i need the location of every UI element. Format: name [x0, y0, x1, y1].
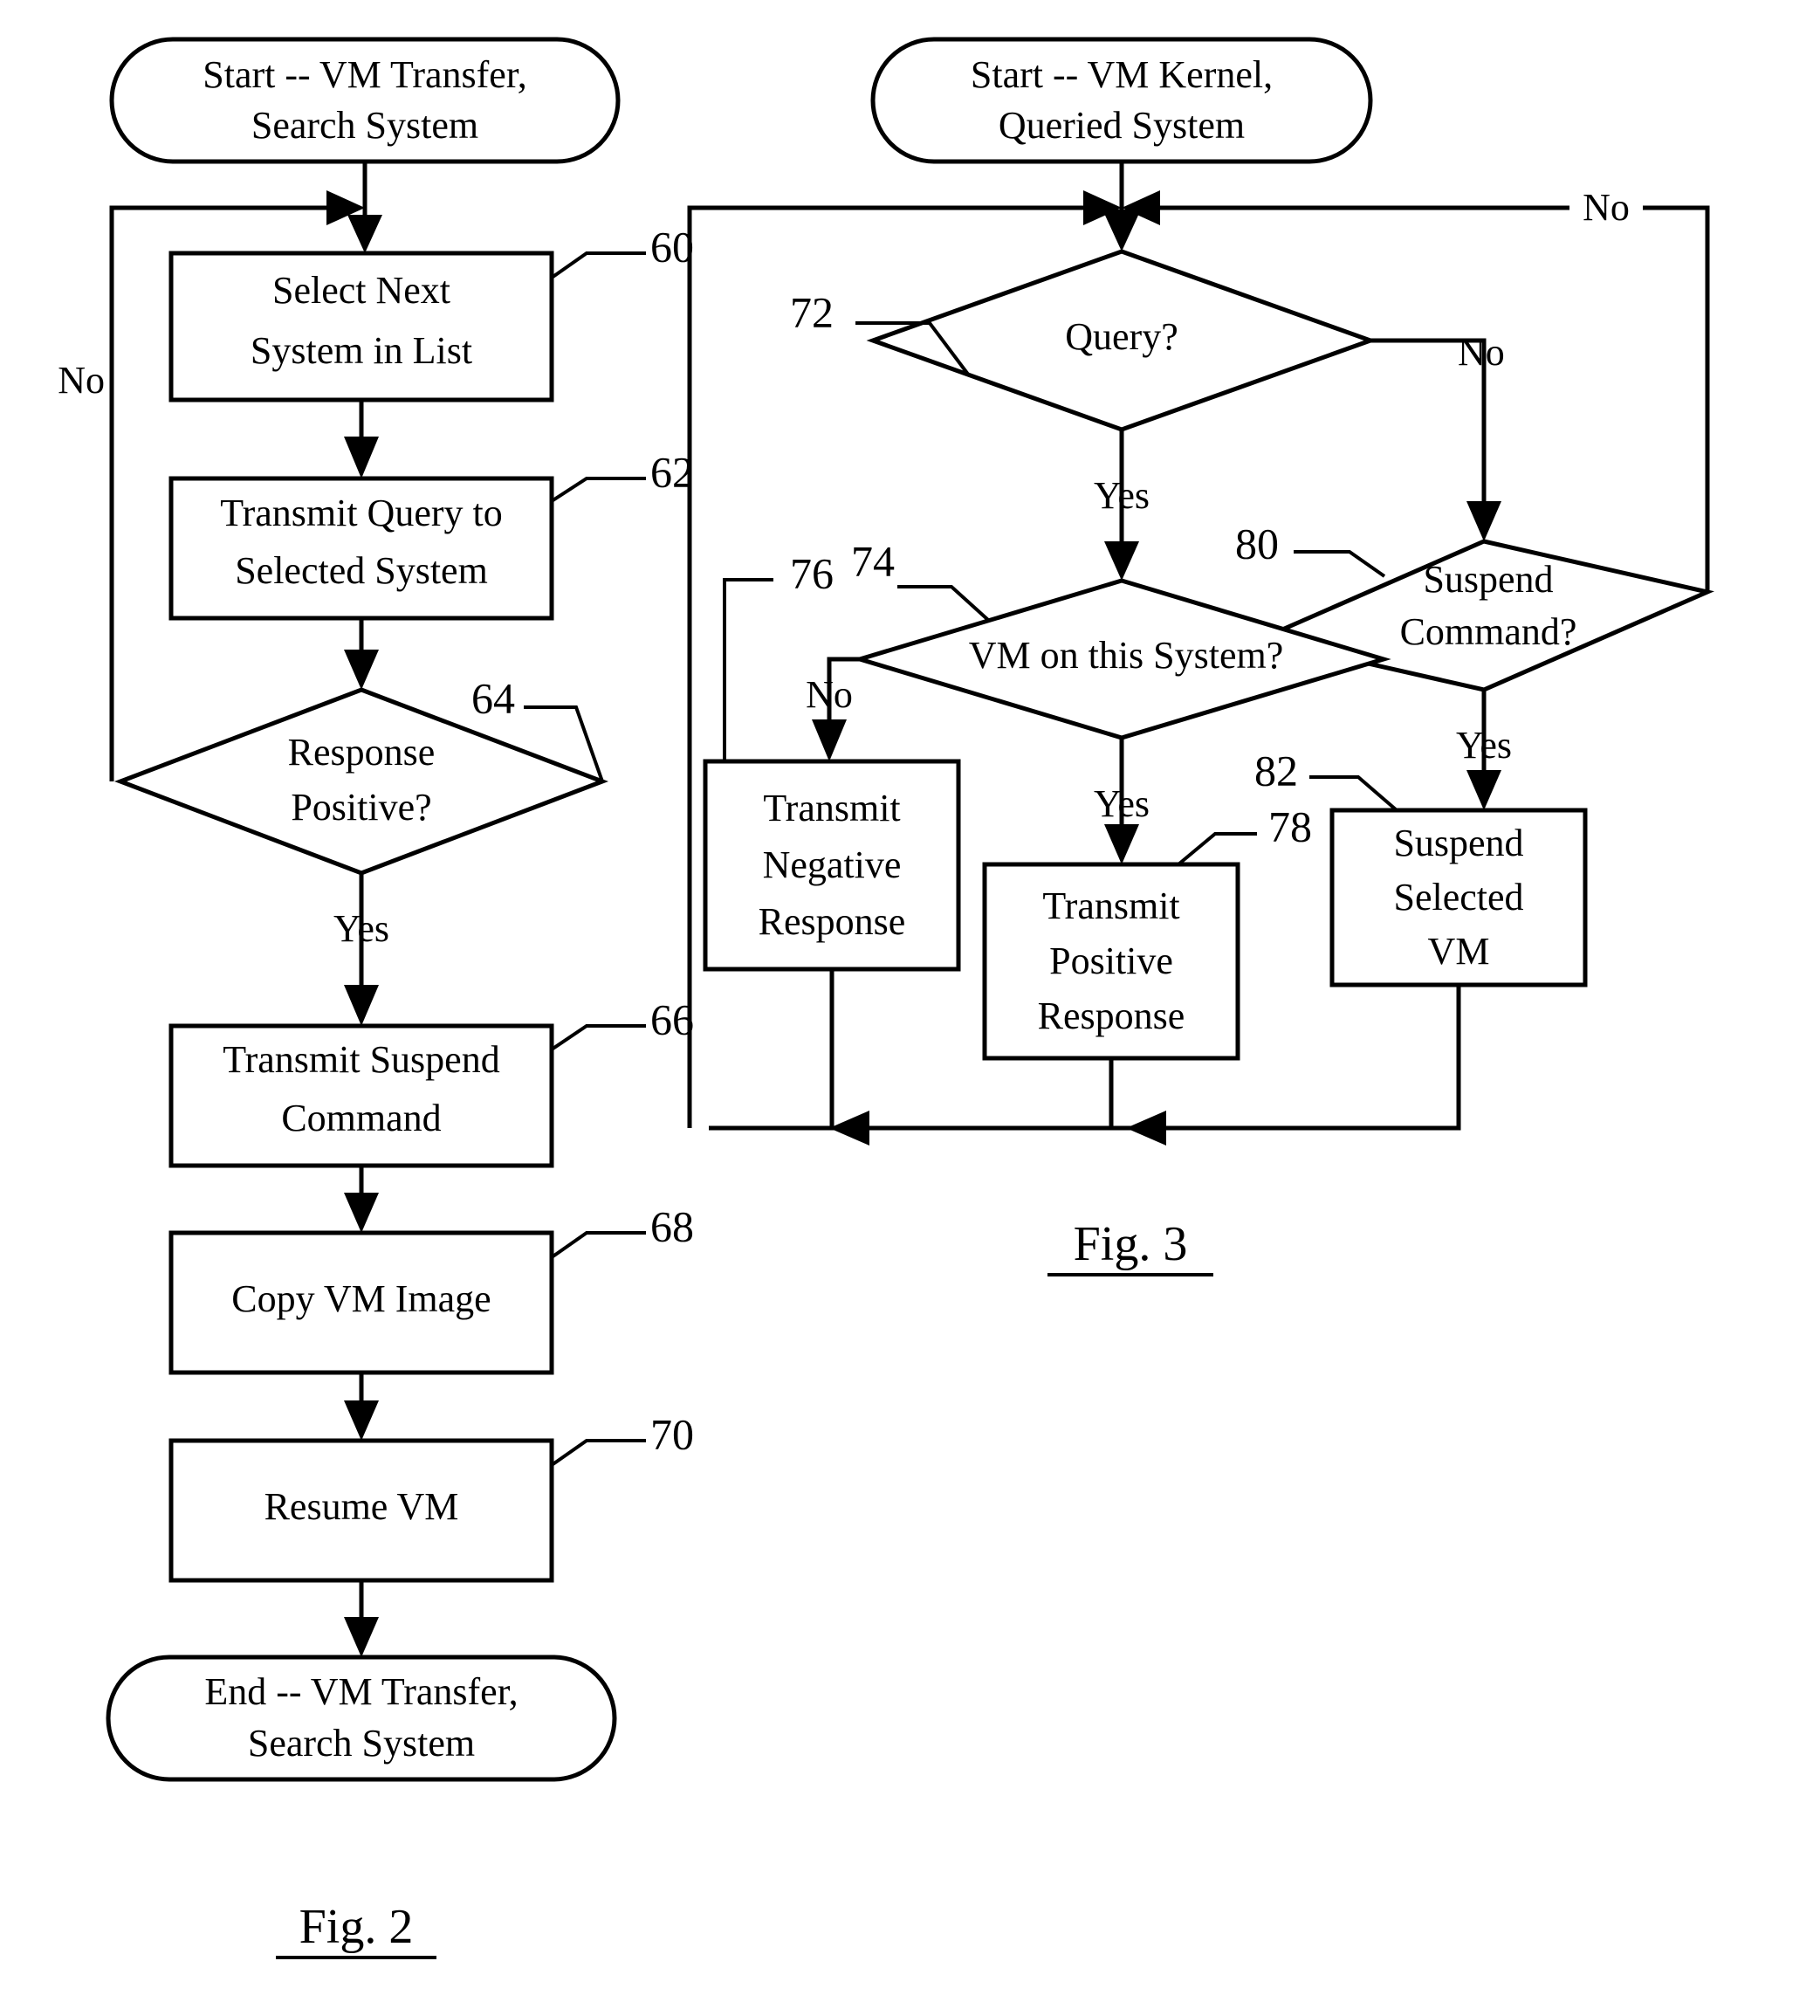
fig3-ref-78: 78 [1268, 802, 1312, 850]
flowchart-svg: Start -- VM Transfer, Search System No S… [58, 37, 1714, 1959]
fig3-arrow-bottom-left [829, 1111, 869, 1146]
fig2-caption: Fig. 2 [276, 1900, 436, 1959]
fig3-arrow-72-yes [1104, 541, 1139, 581]
fig2-arrow-68-to-70 [344, 1400, 379, 1441]
fig3-leader-82 [1309, 775, 1398, 812]
fig2-node-66-line1: Transmit Suspend [223, 1038, 499, 1081]
fig3-node-76-line3: Response [759, 900, 906, 943]
fig3-node-78-line2: Positive [1049, 939, 1173, 982]
fig3-node-76-line1: Transmit [763, 787, 900, 829]
fig2-arrow-66-to-68 [344, 1193, 379, 1233]
fig2-arrow-64-yes [344, 985, 379, 1026]
fig3-ref-76: 76 [790, 548, 834, 597]
fig3-leader-74 [897, 585, 990, 622]
fig2-leader-68 [550, 1231, 646, 1259]
fig3-node-82-line2: Selected [1393, 876, 1523, 919]
fig3-ref-74: 74 [851, 536, 895, 585]
fig2-node-66: Transmit Suspend Command [168, 1023, 554, 1168]
fig3-ref-82: 82 [1254, 746, 1298, 795]
fig3-ref-80: 80 [1235, 519, 1279, 568]
fig3-label-yes-query: Yes [1094, 474, 1150, 517]
fig2-node-64-shape [113, 687, 609, 876]
fig2-start-line1: Start -- VM Transfer, [203, 53, 526, 96]
fig2-ref-64: 64 [471, 673, 515, 722]
fig3-arrow-start-to-72 [1102, 210, 1141, 251]
fig2-leader-70 [550, 1439, 646, 1467]
fig3-node-78-line1: Transmit [1042, 884, 1179, 927]
fig2-node-60-line2: System in List [251, 329, 472, 372]
figure-2-group: Start -- VM Transfer, Search System No S… [58, 37, 694, 1959]
fig2-arrow-62-to-64 [344, 650, 379, 690]
fig3-label-no-query: No [1458, 331, 1505, 374]
fig2-arrow-70-to-end [344, 1617, 379, 1657]
fig2-leader-66 [550, 1024, 646, 1051]
fig3-start-line1: Start -- VM Kernel, [971, 53, 1273, 96]
fig3-node-76: Transmit Negative Response [703, 759, 961, 972]
fig2-node-62: Transmit Query to Selected System [168, 476, 554, 621]
fig3-node-78-line3: Response [1038, 994, 1185, 1037]
fig2-end-line2: Search System [248, 1722, 475, 1765]
fig3-node-82-line1: Suspend [1393, 822, 1523, 864]
fig2-node-60: Select Next System in List [168, 251, 554, 403]
fig2-arrow-start-to-60 [347, 215, 382, 253]
fig3-leader-80 [1294, 550, 1386, 578]
fig2-node-64-line2: Positive? [291, 786, 431, 829]
fig2-node-64-line1: Response [288, 731, 436, 774]
fig3-arrow-72-no [1466, 501, 1501, 541]
fig3-node-82-line3: VM [1428, 930, 1490, 973]
fig2-start-terminator: Start -- VM Transfer, Search System [109, 37, 621, 164]
fig2-node-70-line1: Resume VM [264, 1485, 459, 1528]
fig3-arrow-bottom-mid [1126, 1111, 1166, 1146]
fig2-end-terminator: End -- VM Transfer, Search System [106, 1655, 617, 1782]
fig3-node-78: Transmit Positive Response [982, 862, 1240, 1061]
fig3-leader-78 [1177, 832, 1257, 866]
fig3-node-72-line1: Query? [1065, 315, 1178, 358]
fig2-label-yes: Yes [333, 907, 389, 950]
fig2-node-66-line2: Command [281, 1097, 441, 1139]
figure-3-group: Start -- VM Kernel, Queried System No No… [687, 37, 1714, 1276]
fig2-node-70: Resume VM [168, 1438, 554, 1583]
fig2-label-no: No [58, 359, 105, 402]
fig3-caption-text: Fig. 3 [1074, 1217, 1188, 1271]
fig2-leader-60 [550, 251, 646, 279]
fig3-node-80-line2: Command? [1400, 610, 1577, 653]
fig3-caption: Fig. 3 [1047, 1217, 1213, 1276]
fig3-node-76-line2: Negative [763, 843, 902, 886]
fig3-label-no-top-fg: No [1583, 186, 1630, 229]
fig3-arrow-74-yes [1104, 824, 1139, 864]
fig3-label-yes-vm: Yes [1094, 782, 1150, 825]
fig3-ref-72: 72 [790, 287, 834, 336]
fig2-node-62-line1: Transmit Query to [220, 492, 503, 534]
fig3-arrow-74-no [812, 719, 847, 761]
fig3-edge-right-no-return [1142, 205, 1710, 592]
fig2-node-68-line1: Copy VM Image [231, 1277, 491, 1320]
fig3-leader-76 [723, 578, 773, 761]
fig2-node-64: Response Positive? [113, 687, 609, 876]
fig2-node-68: Copy VM Image [168, 1230, 554, 1375]
fig3-node-80-line1: Suspend [1423, 558, 1553, 601]
fig3-label-no-vm: No [806, 673, 853, 716]
fig3-start-terminator: Start -- VM Kernel, Queried System [870, 37, 1373, 164]
fig2-end-line1: End -- VM Transfer, [204, 1670, 518, 1713]
fig3-node-72: Query? [866, 249, 1377, 432]
fig2-node-62-line2: Selected System [235, 549, 488, 592]
fig3-node-82: Suspend Selected VM [1329, 808, 1588, 987]
fig2-caption-text: Fig. 2 [299, 1900, 414, 1954]
fig2-ref-70: 70 [650, 1409, 694, 1458]
fig3-node-74-line1: VM on this System? [969, 634, 1284, 677]
fig3-node-74: VM on this System? [852, 578, 1391, 740]
fig2-ref-68: 68 [650, 1201, 694, 1250]
patent-drawing-sheet: Start -- VM Transfer, Search System No S… [0, 0, 1820, 2016]
fig2-leader-62 [550, 477, 646, 503]
fig2-node-60-line1: Select Next [272, 269, 450, 312]
fig2-arrow-60-to-62 [344, 437, 379, 478]
fig3-arrow-80-yes [1466, 770, 1501, 810]
fig2-start-line2: Search System [251, 104, 478, 147]
fig3-start-line2: Queried System [999, 104, 1245, 147]
